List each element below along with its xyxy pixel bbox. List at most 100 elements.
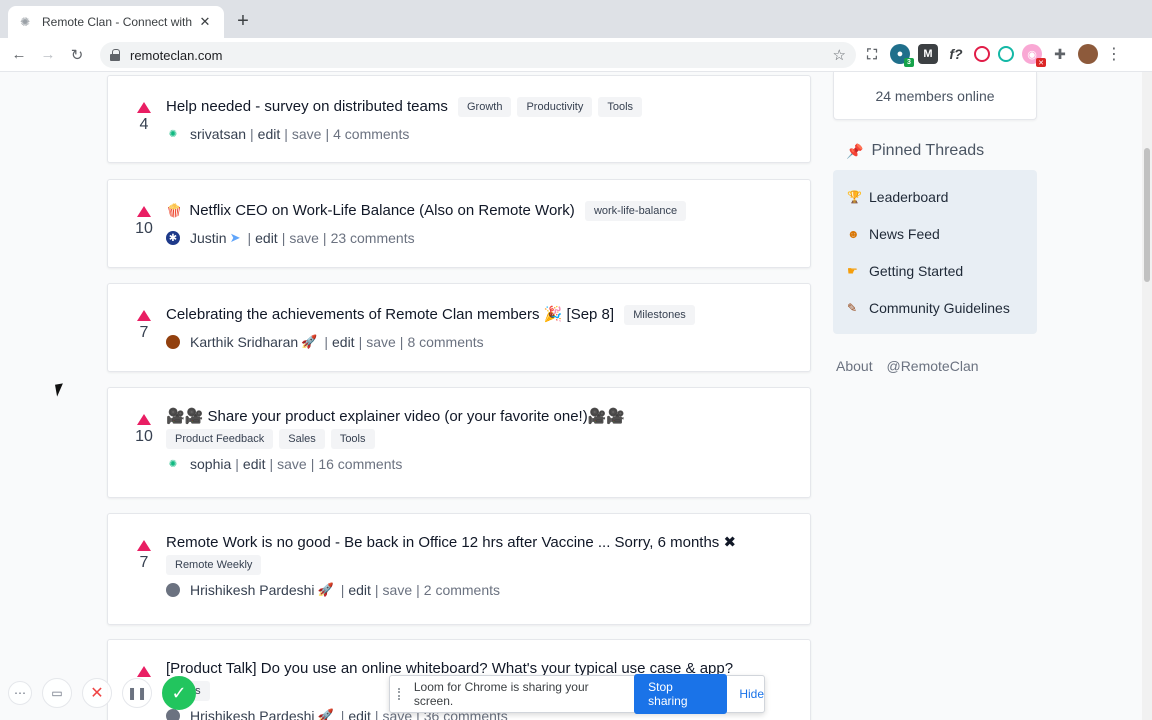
post-score: 7 (139, 324, 149, 341)
author-link[interactable]: srivatsan (190, 126, 246, 142)
comments-link[interactable]: 2 comments (424, 582, 500, 598)
edit-link[interactable]: edit (348, 708, 371, 720)
browser-tab-strip: ✺ Remote Clan - Connect with re ✕ + (0, 0, 1152, 38)
paper-plane-icon: ➤ (229, 230, 241, 245)
finish-recording-icon[interactable]: ✓ (162, 676, 196, 710)
comments-link[interactable]: 8 comments (407, 334, 483, 350)
news-face-icon: ☻ (847, 226, 860, 241)
back-arrow-icon[interactable]: ← (9, 45, 29, 65)
m-extension-icon[interactable]: M (918, 44, 938, 64)
edit-link[interactable]: edit (255, 230, 278, 246)
comments-link[interactable]: 16 comments (318, 456, 402, 472)
page-scrollbar[interactable] (1142, 72, 1152, 720)
puzzle-extensions-icon[interactable]: ✚ (1050, 44, 1070, 64)
record-extension-icon[interactable] (974, 46, 990, 62)
address-bar[interactable]: remoteclan.com ☆ (100, 42, 856, 68)
teal-extension-icon[interactable] (998, 46, 1014, 62)
browser-toolbar: ← → ↻ remoteclan.com ☆ ⛶ ● 3 M f? ◉ ✕ ✚ ⋮ (0, 38, 1152, 72)
post-score: 4 (139, 116, 149, 133)
pause-recording-icon[interactable]: ❚❚ (122, 678, 152, 708)
edit-link[interactable]: edit (348, 582, 371, 598)
author-link[interactable]: Hrishikesh Pardeshi (190, 582, 315, 598)
edit-link[interactable]: edit (258, 126, 281, 142)
tag[interactable]: Growth (458, 97, 512, 118)
post-score: 7 (139, 554, 149, 571)
loom-recording-controls: ⋯ ▭ ✕ ❚❚ ✓ (8, 676, 196, 710)
post-card: 7 Celebrating the achievements of Remote… (107, 283, 811, 372)
save-link[interactable]: save (277, 456, 307, 472)
members-online-card: 24 members online (833, 72, 1037, 120)
user-avatar: ✺ (168, 128, 178, 140)
forward-arrow-icon[interactable]: → (38, 45, 58, 65)
profile-avatar[interactable] (1078, 44, 1098, 64)
pinned-item-leaderboard[interactable]: 🏆 Leaderboard (833, 178, 1037, 215)
post-score: 10 (135, 428, 153, 445)
post-title[interactable]: 🎥🎥 Share your product explainer video (o… (166, 408, 625, 425)
url-text: remoteclan.com (130, 47, 223, 63)
save-link[interactable]: save (289, 230, 319, 246)
post-card: 10 🎥🎥 Share your product explainer video… (107, 387, 811, 498)
stop-sharing-button[interactable]: Stop sharing (634, 674, 728, 714)
author-link[interactable]: Hrishikesh Pardeshi (190, 708, 315, 720)
post-title[interactable]: Celebrating the achievements of Remote C… (166, 306, 614, 323)
user-avatar (166, 709, 180, 720)
scrollbar-thumb[interactable] (1144, 148, 1150, 282)
tag[interactable]: Product Feedback (166, 429, 274, 450)
close-tab-icon[interactable]: ✕ (196, 13, 214, 31)
upvote-arrow-icon[interactable] (137, 540, 151, 551)
user-avatar (166, 335, 180, 349)
save-link[interactable]: save (292, 126, 322, 142)
pinned-item-news-feed[interactable]: ☻ News Feed (833, 215, 1037, 252)
upvote-arrow-icon[interactable] (137, 310, 151, 321)
screenshot-extension-icon[interactable]: ⛶ (862, 44, 882, 64)
twitter-handle-link[interactable]: @RemoteClan (886, 358, 978, 374)
tag[interactable]: Milestones (624, 305, 695, 326)
edit-link[interactable]: edit (332, 334, 355, 350)
tag[interactable]: Sales (279, 429, 325, 450)
browser-tab[interactable]: ✺ Remote Clan - Connect with re ✕ (8, 6, 224, 38)
user-avatar: ✺ (168, 458, 178, 470)
drag-handle-icon[interactable] (398, 688, 404, 700)
pinned-item-community-guidelines[interactable]: ✎ Community Guidelines (833, 289, 1037, 326)
post-card: 4 Help needed - survey on distributed te… (107, 75, 811, 163)
more-options-icon[interactable]: ⋯ (8, 681, 32, 705)
trophy-icon: 🏆 (847, 189, 862, 204)
upvote-arrow-icon[interactable] (137, 102, 151, 113)
sharing-message: Loom for Chrome is sharing your screen. (413, 680, 589, 708)
comments-link[interactable]: 23 comments (331, 230, 415, 246)
extension-icons: ⛶ ● 3 M f? ◉ ✕ ✚ ⋮ (862, 44, 1122, 67)
camera-off-icon[interactable]: ▭ (42, 678, 72, 708)
upvote-arrow-icon[interactable] (137, 414, 151, 425)
tag[interactable]: work-life-balance (584, 201, 687, 222)
loom-extension-icon[interactable]: ◉ ✕ (1022, 44, 1046, 67)
author-link[interactable]: Justin (190, 230, 227, 246)
comments-link[interactable]: 4 comments (333, 126, 409, 142)
post-title[interactable]: Help needed - survey on distributed team… (166, 98, 448, 115)
tag[interactable]: Tools (598, 97, 643, 118)
members-online-text: 24 members online (875, 87, 995, 104)
hide-banner-button[interactable]: Hide (739, 687, 764, 701)
pinned-item-getting-started[interactable]: ☛ Getting Started (833, 252, 1037, 289)
bookmark-star-icon[interactable]: ☆ (833, 46, 846, 64)
post-title[interactable]: Remote Work is no good - Be back in Offi… (166, 534, 736, 551)
screen-sharing-banner: Loom for Chrome is sharing your screen. … (389, 674, 765, 714)
edit-link[interactable]: edit (243, 456, 266, 472)
reload-icon[interactable]: ↻ (67, 45, 87, 65)
browser-menu-icon[interactable]: ⋮ (1106, 44, 1122, 64)
post-score: 10 (135, 220, 153, 237)
save-link[interactable]: save (366, 334, 396, 350)
author-link[interactable]: sophia (190, 456, 231, 472)
upvote-arrow-icon[interactable] (137, 206, 151, 217)
pinned-threads-heading: 📌 Pinned Threads (846, 142, 985, 159)
about-link[interactable]: About (836, 358, 873, 374)
cancel-recording-icon[interactable]: ✕ (82, 678, 112, 708)
new-tab-icon[interactable]: + (232, 10, 254, 32)
grammar-extension-icon[interactable]: ● 3 (890, 44, 914, 67)
save-link[interactable]: save (383, 582, 413, 598)
author-link[interactable]: Karthik Sridharan (190, 334, 298, 350)
post-title[interactable]: Netflix CEO on Work-Life Balance (Also o… (189, 202, 574, 219)
formula-extension-icon[interactable]: f? (946, 44, 966, 64)
tag[interactable]: Remote Weekly (166, 555, 262, 576)
tag[interactable]: Tools (330, 429, 375, 450)
tag[interactable]: Productivity (517, 97, 593, 118)
